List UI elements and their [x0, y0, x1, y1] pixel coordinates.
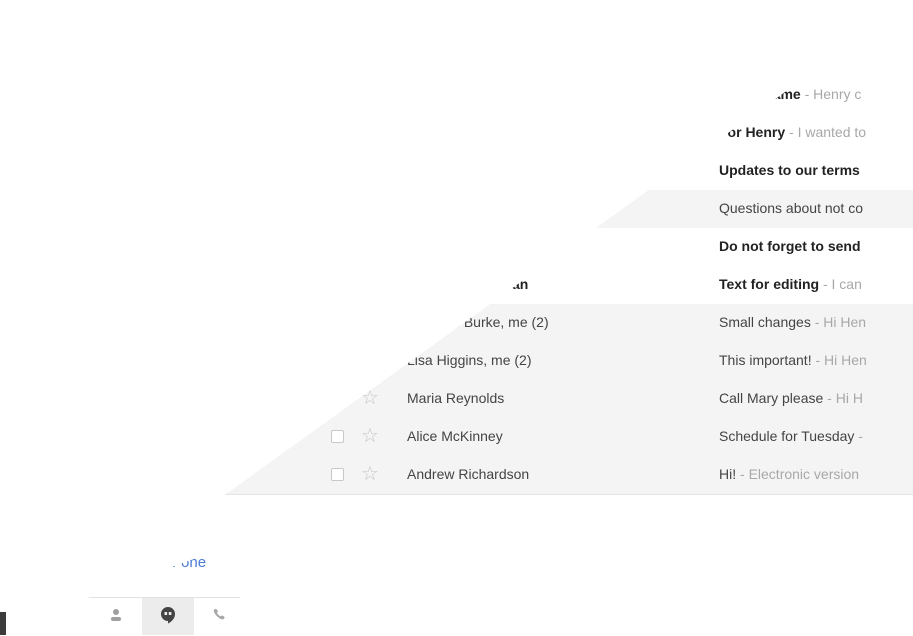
- email-subject: do we do with pl: [719, 48, 828, 64]
- email-snippet: - Henry c: [800, 86, 862, 102]
- email-subject: Small changes: [719, 314, 811, 330]
- window-edge-mark: [0, 612, 6, 635]
- email-subject-line: Small changes - Hi Hen: [719, 314, 913, 330]
- email-row[interactable]: ☆ Katherine Wilkinson Do not forget to sen…: [30, 228, 913, 267]
- row-checkbox[interactable]: [331, 430, 344, 443]
- row-checkbox[interactable]: [331, 50, 344, 63]
- email-subject: Call Mary please: [719, 390, 824, 406]
- star-icon[interactable]: ☆: [361, 463, 379, 485]
- email-row[interactable]: ★ Brandon Burke, me (2) Small changes - Hi…: [30, 304, 913, 343]
- star-icon[interactable]: ☆: [361, 349, 379, 371]
- row-checkbox[interactable]: [331, 240, 344, 253]
- email-subject: the festiv: [719, 10, 781, 26]
- email-subject-line: Updates to our terms: [719, 162, 913, 178]
- email-snippet: - I can: [819, 276, 862, 292]
- email-row[interactable]: ☆ do we do with pl: [30, 38, 913, 77]
- email-subject: Text for editing: [719, 276, 820, 292]
- chat-panel: o recent chats Start a new one: [0, 520, 300, 635]
- star-icon[interactable]: ☆: [361, 121, 379, 143]
- email-subject: Questions about not co: [719, 200, 863, 216]
- email-sender: Alice McKinney: [407, 428, 503, 444]
- hangouts-icon: [159, 606, 177, 629]
- star-icon[interactable]: ☆: [361, 425, 379, 447]
- row-checkbox[interactable]: [331, 468, 344, 481]
- star-icon[interactable]: ☆: [361, 273, 379, 295]
- email-sender: Lisa Higgins, me (2): [407, 352, 532, 368]
- email-row[interactable]: ☆ Thomas Chapman Text for editing - I can: [30, 266, 913, 305]
- email-row[interactable]: ☆ elton, me (3) Questions about not co: [30, 190, 913, 229]
- hangouts-tab[interactable]: [142, 598, 194, 635]
- email-subject: Skype name: [719, 86, 801, 102]
- row-checkbox[interactable]: [331, 88, 344, 101]
- email-snippet: - I wanted to: [785, 124, 867, 140]
- email-row[interactable]: ☆ Maria Reynolds Call Mary please - Hi H: [30, 380, 913, 419]
- email-list: ☆ the festiv ☆ do we do with pl ☆ Skype name …: [30, 0, 913, 635]
- row-checkbox[interactable]: [331, 316, 344, 329]
- email-subject: Hi!: [719, 466, 737, 482]
- row-checkbox[interactable]: [331, 202, 344, 215]
- email-sender: Thomas Chapman: [407, 276, 529, 292]
- row-checkbox[interactable]: [331, 354, 344, 367]
- email-subject: This important!: [719, 352, 812, 368]
- email-sender: Maria Reynolds: [407, 390, 505, 406]
- star-icon[interactable]: ☆: [361, 45, 379, 67]
- email-row[interactable]: ☆ the festiv: [30, 0, 913, 39]
- email-row[interactable]: ☆ Lisa Higgins, me (2) This important! - H…: [30, 342, 913, 381]
- email-row[interactable]: ☆ Updates to our terms: [30, 152, 913, 191]
- star-icon[interactable]: ★: [361, 311, 379, 333]
- email-subject-line: do we do with pl: [719, 48, 913, 64]
- person-icon: [108, 607, 124, 628]
- phone-icon: [212, 607, 228, 628]
- star-icon[interactable]: ☆: [361, 387, 379, 409]
- mail-area: ☆ the festiv ☆ do we do with pl ☆ Skype name …: [30, 0, 913, 635]
- email-snippet: - Hi Hen: [810, 314, 867, 330]
- email-row[interactable]: ☆ Skype name - Henry c: [30, 76, 913, 115]
- email-subject: Updates to our terms: [719, 162, 860, 178]
- email-subject-line: Call Mary please - Hi H: [719, 390, 913, 406]
- row-checkbox[interactable]: [331, 164, 344, 177]
- row-checkbox[interactable]: [331, 278, 344, 291]
- star-icon[interactable]: ☆: [361, 159, 379, 181]
- contacts-tab[interactable]: [90, 598, 142, 635]
- email-subject-line: the festiv: [719, 10, 913, 26]
- email-subject-line: Do not forget to send: [719, 238, 913, 254]
- email-snippet: - Electronic version: [736, 466, 860, 482]
- email-snippet: -: [854, 428, 863, 444]
- row-checkbox[interactable]: [331, 126, 344, 139]
- phone-tab[interactable]: [194, 598, 246, 635]
- email-snippet: - Hi H: [823, 390, 863, 406]
- email-subject-line: This important! - Hi Hen: [719, 352, 913, 368]
- email-subject-line: Text for editing - I can: [719, 276, 913, 292]
- email-snippet: - Hi Hen: [811, 352, 867, 368]
- star-icon[interactable]: ☆: [361, 197, 379, 219]
- email-subject-line: Hi! - Electronic version: [719, 466, 913, 482]
- email-subject-line: For Henry - I wanted to: [719, 124, 913, 140]
- star-icon[interactable]: ☆: [361, 7, 379, 29]
- email-sender: elton, me (3): [407, 200, 486, 216]
- row-checkbox[interactable]: [331, 12, 344, 25]
- email-subject-line: Schedule for Tuesday -: [719, 428, 913, 444]
- email-subject-line: Questions about not co: [719, 200, 913, 216]
- email-row[interactable]: ☆ Andrew Richardson Hi! - Electronic versi…: [30, 456, 913, 495]
- star-icon[interactable]: ☆: [361, 83, 379, 105]
- email-sender: Brandon Burke, me (2): [407, 314, 549, 330]
- email-subject-line: Skype name - Henry c: [719, 86, 913, 102]
- chat-tab-bar: [80, 597, 240, 635]
- email-subject: For Henry: [719, 124, 786, 140]
- row-checkbox[interactable]: [331, 392, 344, 405]
- email-row[interactable]: ☆ Alice McKinney Schedule for Tuesday -: [30, 418, 913, 457]
- star-icon[interactable]: ☆: [361, 235, 379, 257]
- email-subject: Schedule for Tuesday: [719, 428, 855, 444]
- email-subject: Do not forget to send: [719, 238, 861, 254]
- email-sender: Andrew Richardson: [407, 466, 530, 482]
- email-row[interactable]: ☆ For Henry - I wanted to: [30, 114, 913, 153]
- email-sender: Katherine Wilkinson: [407, 238, 542, 254]
